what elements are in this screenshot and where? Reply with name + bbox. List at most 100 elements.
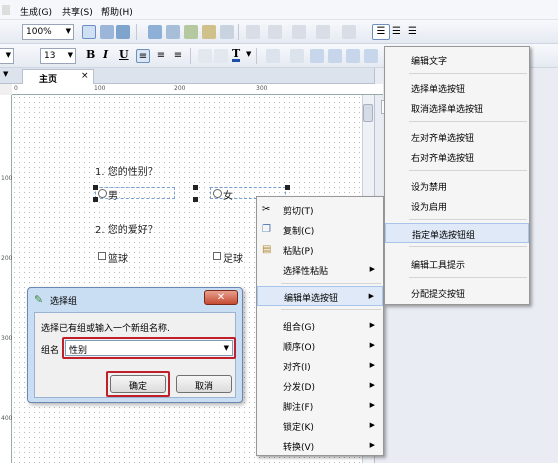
submenu-item-edit-text[interactable]: 编辑文字 (385, 50, 529, 70)
menu-item-copy[interactable]: ❐ 复制(C) (257, 220, 383, 240)
close-icon[interactable]: × (81, 71, 89, 81)
underline-button[interactable]: U (119, 48, 129, 61)
bullets-icon[interactable] (198, 49, 212, 63)
chevron-down-icon[interactable]: ▼ (6, 51, 11, 59)
menu-item-lock[interactable]: 锁定(K) ▶ (257, 416, 383, 436)
highlight-frame (62, 337, 236, 359)
insert-image-icon[interactable] (184, 25, 198, 39)
submenu-item-disable[interactable]: 设为禁用 (385, 176, 529, 196)
chevron-down-icon[interactable]: ▼ (246, 50, 251, 58)
tab-list-icon[interactable]: ▼ (3, 70, 8, 78)
menu-generate[interactable]: 生成(G) (20, 5, 52, 18)
menu-item-label: 选择单选按钮 (411, 85, 466, 95)
font-size-combo[interactable]: 13 ▼ (40, 48, 76, 64)
checkbox-football[interactable] (213, 252, 221, 260)
rotate-icon[interactable] (266, 49, 280, 63)
insert-text-icon[interactable] (220, 25, 234, 39)
submenu-item-align-left[interactable]: 左对齐单选按钮 (385, 127, 529, 147)
menu-item-label: 设为禁用 (411, 183, 448, 193)
toolbar-standard: 100% ▼ ☰ ☰ ☰ (0, 20, 558, 44)
resize-handle[interactable] (193, 197, 198, 202)
menu-item-label: 指定单选按钮组 (412, 231, 476, 241)
menu-help[interactable]: 帮助(H) (101, 5, 133, 18)
group-icon[interactable] (346, 49, 360, 63)
tab-home[interactable]: 主页 × (22, 69, 94, 85)
menu-share[interactable]: 共享(S) (62, 5, 93, 18)
insert-table-icon[interactable] (166, 25, 180, 39)
ruler-tick: 400 (1, 415, 13, 422)
resize-handle[interactable] (193, 185, 198, 190)
fill-color-icon[interactable] (246, 25, 260, 39)
numbering-icon[interactable] (214, 49, 228, 63)
dash-style-icon[interactable] (316, 25, 330, 39)
close-button[interactable]: ✕ (204, 290, 238, 305)
menu-separator (409, 121, 527, 122)
toolbar-separator (256, 48, 257, 64)
submenu-item-align-right[interactable]: 右对齐单选按钮 (385, 147, 529, 167)
ruler-tick: 0 (14, 85, 18, 92)
line-weight-icon[interactable] (292, 25, 306, 39)
font-combo[interactable]: ▼ (0, 48, 14, 64)
italic-button[interactable]: I (103, 48, 108, 61)
submenu-item-enable[interactable]: 设为启用 (385, 196, 529, 216)
bold-button[interactable]: B (86, 48, 95, 61)
menu-item-label: 对齐(I) (283, 363, 311, 373)
submenu-item-assign-submit[interactable]: 分配提交按钮 (385, 283, 529, 303)
align-text-left-icon[interactable]: ≡ (136, 49, 150, 63)
menu-item-cut[interactable]: ✂ 剪切(T) (257, 200, 383, 220)
zoom-combo[interactable]: 100% ▼ (22, 24, 74, 40)
menu-separator (409, 246, 527, 247)
connector-icon[interactable] (116, 25, 130, 39)
resize-handle[interactable] (285, 185, 290, 190)
align-center-paragraph-icon[interactable]: ☰ (392, 25, 406, 39)
select-group-dialog: ✎ 选择组 ✕ 选择已有组或输入一个新组名称. 组名 性别 ▼ 确定 取消 (27, 287, 243, 403)
radio-male[interactable] (98, 189, 107, 198)
resize-handle[interactable] (93, 185, 98, 190)
ungroup-icon[interactable] (364, 49, 378, 63)
align-right-paragraph-icon[interactable]: ☰ (408, 25, 422, 39)
align-left-paragraph-icon[interactable]: ☰ (372, 24, 390, 40)
menu-item-order[interactable]: 顺序(O) ▶ (257, 336, 383, 356)
select-tool-icon[interactable] (82, 25, 96, 39)
insert-shape-icon[interactable] (148, 25, 162, 39)
submenu-item-assign-group[interactable]: 指定单选按钮组 (385, 223, 529, 243)
menu-item-align[interactable]: 对齐(I) ▶ (257, 356, 383, 376)
align-text-right-icon[interactable]: ≡ (171, 49, 185, 63)
submenu-item-select-radio[interactable]: 选择单选按钮 (385, 78, 529, 98)
menu-item-edit-radio[interactable]: 编辑单选按钮 ▶ (257, 286, 383, 306)
resize-handle[interactable] (93, 197, 98, 202)
text-color-button[interactable]: T (232, 48, 241, 62)
send-back-icon[interactable] (328, 49, 342, 63)
vertical-ruler: 100 200 300 400 (0, 95, 12, 463)
bring-front-icon[interactable] (310, 49, 324, 63)
menu-item-label: 编辑单选按钮 (284, 294, 339, 304)
cancel-button[interactable]: 取消 (176, 375, 232, 393)
menu-item-distribute[interactable]: 分发(D) ▶ (257, 376, 383, 396)
flip-icon[interactable] (290, 49, 304, 63)
menu-item-paste[interactable]: ▤ 粘贴(P) (257, 240, 383, 260)
radio-male-selection[interactable] (95, 187, 175, 199)
align-text-center-icon[interactable]: ≡ (154, 49, 168, 63)
chevron-down-icon[interactable]: ▼ (68, 51, 73, 59)
menu-item-paste-special[interactable]: 选择性粘贴 ▶ (257, 260, 383, 280)
menu-item-label: 剪切(T) (283, 207, 314, 217)
arrow-style-icon[interactable] (342, 25, 356, 39)
submenu-item-deselect-radio[interactable]: 取消选择单选按钮 (385, 98, 529, 118)
copy-icon: ❐ (262, 224, 271, 235)
radio-female[interactable] (213, 189, 222, 198)
dialog-body: 选择已有组或输入一个新组名称. 组名 性别 ▼ 确定 取消 (34, 312, 236, 398)
checkbox-basketball[interactable] (98, 252, 106, 260)
insert-frame-icon[interactable] (202, 25, 216, 39)
submenu-item-edit-tooltip[interactable]: 编辑工具提示 (385, 254, 529, 274)
ruler-tick: 200 (1, 255, 13, 262)
scrollbar-thumb[interactable] (363, 104, 373, 122)
chevron-down-icon[interactable]: ▼ (66, 27, 71, 35)
menu-item-convert[interactable]: 转换(V) ▶ (257, 436, 383, 456)
menu-item-footnote[interactable]: 脚注(F) ▶ (257, 396, 383, 416)
hand-tool-icon[interactable] (100, 25, 114, 39)
menu-item-label: 粘贴(P) (283, 247, 314, 257)
menu-item-group[interactable]: 组合(G) ▶ (257, 316, 383, 336)
question-hobby: 2. 您的爱好？ (95, 225, 158, 236)
scissors-icon: ✂ (262, 204, 271, 215)
line-color-icon[interactable] (268, 25, 282, 39)
